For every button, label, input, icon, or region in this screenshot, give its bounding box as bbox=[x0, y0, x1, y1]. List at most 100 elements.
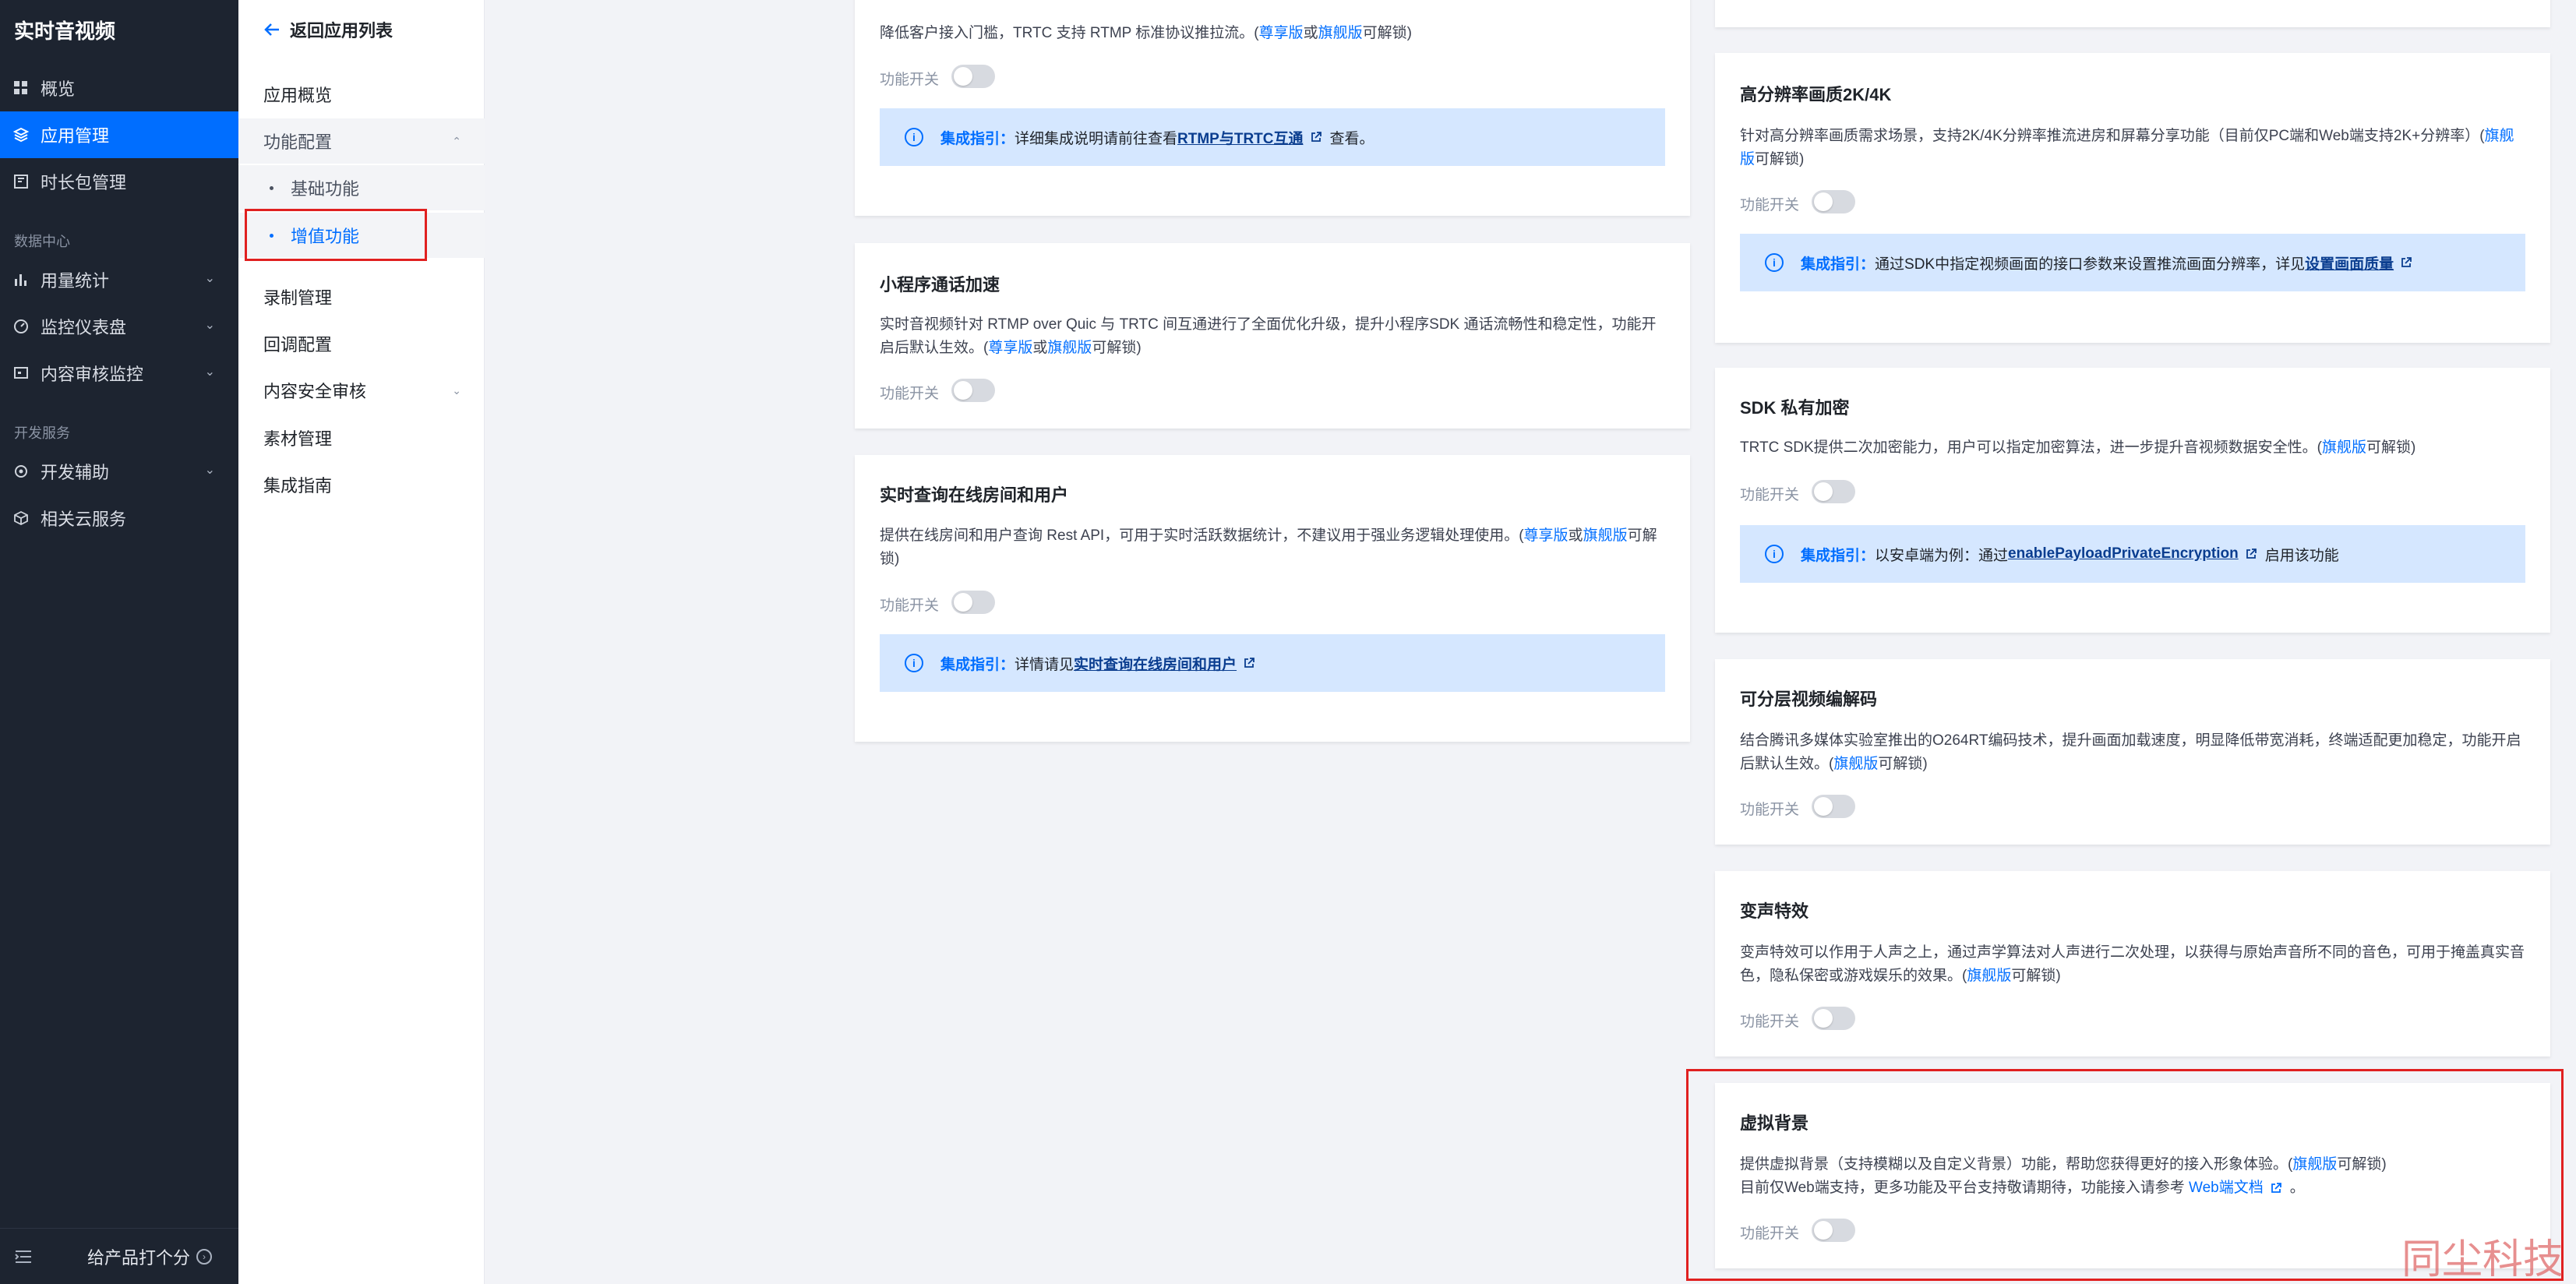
switch-label: 功能开关 bbox=[880, 72, 940, 88]
feature-title: 可分层视频编解码 bbox=[1740, 690, 1878, 709]
feature-description: 变声特效可以作用于人声之上，通过声学算法对人声进行二次处理，以获得与原始声音所不… bbox=[1740, 944, 2525, 984]
flagship-link[interactable]: 旗舰版 bbox=[1047, 340, 1092, 356]
watermark: 同尘科技 bbox=[2401, 1236, 2564, 1283]
feature-toggle[interactable] bbox=[1812, 1007, 1855, 1030]
premium-link[interactable]: 尊享版 bbox=[1259, 25, 1304, 41]
integration-tip: i 集成指引： 详细集成说明请前往查看 RTMP与TRTC互通 查看。 bbox=[880, 108, 1665, 166]
feature-card-online-rooms: 实时查询在线房间和用户 提供在线房间和用户查询 Rest API，可用于实时活跃… bbox=[855, 455, 1690, 742]
feature-card-layered-codec: 可分层视频编解码 结合腾讯多媒体实验室推出的O264RT编码技术，提升画面加载速… bbox=[1715, 659, 2550, 845]
info-icon: i bbox=[1765, 253, 1784, 272]
arrow-right-icon[interactable]: › bbox=[196, 1248, 213, 1265]
flagship-link[interactable]: 旗舰版 bbox=[1583, 527, 1628, 544]
subnav-content-safety[interactable]: 内容安全审核 ⌄ bbox=[238, 368, 485, 413]
collapse-sidebar-icon[interactable] bbox=[14, 1249, 33, 1265]
integration-tip: i 集成指引： 以安卓端为例：通过 enablePayloadPrivateEn… bbox=[1740, 525, 2525, 583]
nav-item-app-management[interactable]: 应用管理 bbox=[0, 111, 238, 158]
premium-link[interactable]: 尊享版 bbox=[1524, 527, 1569, 544]
switch-label: 功能开关 bbox=[880, 386, 940, 402]
flagship-link[interactable]: 旗舰版 bbox=[1318, 25, 1363, 41]
gauge-icon bbox=[12, 318, 30, 335]
info-icon: i bbox=[1765, 545, 1784, 563]
subnav-materials[interactable]: 素材管理 bbox=[238, 415, 485, 460]
nav-section-dev-services: 开发服务 bbox=[14, 425, 70, 441]
chevron-down-icon: ⌄ bbox=[204, 365, 215, 379]
nav-item-label: 概览 bbox=[41, 79, 76, 99]
nav-item-dev-assist[interactable]: 开发辅助 ⌄ bbox=[0, 448, 238, 495]
external-link-icon bbox=[1244, 658, 1254, 668]
online-rooms-link[interactable]: 实时查询在线房间和用户 bbox=[1074, 653, 1237, 674]
flagship-link[interactable]: 旗舰版 bbox=[1967, 968, 2011, 984]
chevron-down-icon: ⌄ bbox=[452, 383, 461, 397]
feature-toggle[interactable] bbox=[951, 591, 995, 614]
nav-item-usage-stats[interactable]: 用量统计 ⌄ bbox=[0, 256, 238, 303]
subnav-recording[interactable]: 录制管理 bbox=[238, 274, 485, 319]
feature-toggle[interactable] bbox=[1812, 480, 1855, 503]
feature-description: 提供在线房间和用户查询 Rest API，可用于实时活跃数据统计，不建议用于强业… bbox=[880, 527, 1657, 567]
gear-icon bbox=[12, 463, 30, 480]
layers-icon bbox=[12, 126, 30, 143]
feature-title: 实时查询在线房间和用户 bbox=[880, 485, 1069, 505]
switch-label: 功能开关 bbox=[880, 598, 940, 614]
feature-toggle[interactable] bbox=[1812, 795, 1855, 818]
feature-description: 实时音视频针对 RTMP over Quic 与 TRTC 间互通进行了全面优化… bbox=[880, 316, 1657, 356]
feature-description: TRTC SDK提供二次加密能力，用户可以指定加密算法，进一步提升音视频数据安全… bbox=[1740, 439, 2416, 456]
integration-tip: i 集成指引： 通过SDK中指定视频画面的接口参数来设置推流画面分辨率，详见 设… bbox=[1740, 234, 2525, 291]
nav-item-label: 用量统计 bbox=[41, 271, 110, 291]
info-icon: i bbox=[905, 128, 923, 146]
feature-title: SDK 私有加密 bbox=[1740, 398, 1850, 418]
external-link-icon bbox=[2246, 549, 2257, 559]
external-link-icon bbox=[1311, 132, 1322, 142]
switch-label: 功能开关 bbox=[1740, 197, 1800, 213]
nav-item-label: 时长包管理 bbox=[41, 173, 127, 192]
subnav-app-overview[interactable]: 应用概览 bbox=[238, 72, 485, 117]
nav-item-related-cloud[interactable]: 相关云服务 bbox=[0, 495, 238, 541]
nav-item-label: 开发辅助 bbox=[41, 463, 110, 482]
nav-item-content-audit-monitor[interactable]: 内容审核监控 ⌄ bbox=[0, 350, 238, 397]
feature-card-miniprogram: 小程序通话加速 实时音视频针对 RTMP over Quic 与 TRTC 间互… bbox=[855, 243, 1690, 429]
switch-label: 功能开关 bbox=[1740, 487, 1800, 503]
nav-item-label: 内容审核监控 bbox=[41, 365, 144, 384]
bar-chart-icon bbox=[12, 271, 30, 288]
external-link-icon bbox=[2401, 257, 2412, 267]
subnav-feature-config[interactable]: 功能配置 ⌃ bbox=[238, 118, 485, 164]
switch-label: 功能开关 bbox=[1740, 802, 1800, 818]
nav-item-overview[interactable]: 概览 bbox=[0, 65, 238, 111]
subnav-label: 功能配置 bbox=[263, 132, 333, 152]
subnav-label: 内容安全审核 bbox=[263, 382, 367, 401]
nav-item-monitor-dashboard[interactable]: 监控仪表盘 ⌄ bbox=[0, 303, 238, 350]
nav-item-label: 相关云服务 bbox=[41, 510, 127, 529]
flagship-link[interactable]: 旗舰版 bbox=[1833, 756, 1878, 772]
info-icon: i bbox=[905, 654, 923, 672]
rtmp-trtc-link[interactable]: RTMP与TRTC互通 bbox=[1177, 127, 1303, 148]
feature-toggle[interactable] bbox=[951, 379, 995, 402]
feature-card-hd-resolution: 高分辨率画质2K/4K 针对高分辨率画质需求场景，支持2K/4K分辨率推流进房和… bbox=[1715, 53, 2550, 343]
flagship-link[interactable]: 旗舰版 bbox=[2322, 439, 2366, 456]
premium-link[interactable]: 尊享版 bbox=[988, 340, 1032, 356]
feature-toggle[interactable] bbox=[951, 65, 995, 88]
feature-toggle[interactable] bbox=[1812, 190, 1855, 213]
monitor-icon bbox=[12, 365, 30, 382]
arrow-left-icon bbox=[263, 21, 281, 38]
product-title: 实时音视频 bbox=[14, 19, 116, 43]
feature-card-voice-effect: 变声特效 变声特效可以作用于人声之上，通过声学算法对人声进行二次处理，以获得与原… bbox=[1715, 871, 2550, 1056]
subnav-basic-features[interactable]: 基础功能 bbox=[238, 165, 485, 210]
feature-description: 结合腾讯多媒体实验室推出的O264RT编码技术，提升画面加载速度，明显降低带宽消… bbox=[1740, 732, 2521, 772]
feature-card-rtmp: 降低客户接入门槛，TRTC 支持 RTMP 标准协议推拉流。(尊享版或旗舰版可解… bbox=[855, 0, 1690, 216]
feature-card-partial bbox=[1715, 0, 2550, 27]
subnav-callback[interactable]: 回调配置 bbox=[238, 321, 485, 366]
rate-product-link[interactable]: 给产品打个分 bbox=[87, 1244, 190, 1269]
feature-description: 针对高分辨率画质需求场景，支持2K/4K分辨率推流进房和屏幕分享功能（目前仅PC… bbox=[1740, 128, 2514, 168]
back-to-app-list[interactable]: 返回应用列表 bbox=[263, 17, 393, 42]
chevron-down-icon: ⌄ bbox=[204, 464, 215, 477]
nav-item-duration-package[interactable]: 时长包管理 bbox=[0, 158, 238, 205]
integration-tip: i 集成指引： 详情请见 实时查询在线房间和用户 bbox=[880, 634, 1665, 692]
feature-title: 小程序通话加速 bbox=[880, 275, 1000, 295]
chevron-down-icon: ⌄ bbox=[204, 272, 215, 285]
feature-title: 高分辨率画质2K/4K bbox=[1740, 85, 1892, 104]
grid-icon bbox=[12, 79, 30, 97]
subnav-integration-guide[interactable]: 集成指南 bbox=[238, 462, 485, 507]
video-quality-link[interactable]: 设置画面质量 bbox=[2305, 252, 2394, 273]
switch-label: 功能开关 bbox=[1740, 1014, 1800, 1030]
encryption-api-link[interactable]: enablePayloadPrivateEncryption bbox=[2008, 545, 2239, 563]
sidebar-footer: 给产品打个分 › bbox=[0, 1228, 238, 1284]
